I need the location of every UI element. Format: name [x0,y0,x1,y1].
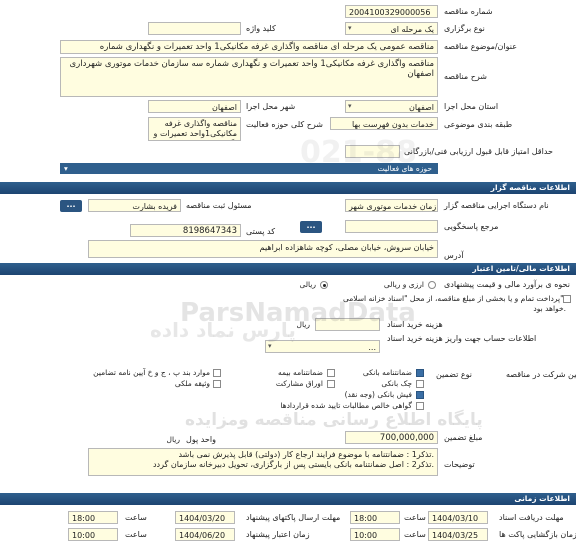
open-date: 1404/03/25 [428,528,488,541]
receive-time: 18:00 [350,511,400,524]
receive-time-label: ساعت [404,513,426,522]
amount-unit-label: واحد پول [186,435,216,444]
rial-radio[interactable] [320,281,328,289]
financial-header: اطلاعات مالی/تامین اعتبار [0,263,576,275]
organizer-header: اطلاعات مناقصه گزار [0,182,576,194]
timing-header: اطلاعات زمانی [0,493,576,505]
notes-label: توضیحات [444,460,475,469]
g-property-checkbox[interactable] [213,380,221,388]
g-property-label: وثیقه ملکی [174,379,210,388]
submit-time-label: ساعت [125,513,147,522]
reference-label: مرجع پاسخگویی [444,222,499,231]
officer-label: مسئول ثبت مناقصه [186,201,252,210]
g-cash-checkbox[interactable] [416,391,424,399]
g-article-label: موارد بند پ ، ج و خ آیین نامه تضامین [93,368,210,377]
chevron-down-icon: ▾ [348,102,352,110]
receive-date: 1404/03/10 [428,511,488,524]
chevron-down-icon: ▾ [64,164,68,173]
currency-rial-label: ارزی و ریالی [383,280,424,289]
submit-label: مهلت ارسال پاکتهای پیشنهاد [246,513,341,522]
price-method-label: نحوه ی برآورد مالی و قیمت پیشنهادی [444,280,570,289]
treasury-checkbox[interactable] [563,295,571,303]
category-field: خدمات بدون فهرست بها [330,117,438,130]
validity-label: زمان اعتبار پیشنهاد [246,530,310,539]
activity-bar-label: حوزه های فعالیت [377,164,432,173]
postal-label: کد پستی [246,227,275,236]
keyword-label: کلید واژه [246,24,276,33]
scope-label: شرح کلی حوزه فعالیت [246,120,323,129]
category-label: طبقه بندی موضوعی [444,120,513,129]
tender-number-label: شماره مناقصه [444,7,493,16]
scope-field: مناقصه واگذاری غرفه مکانیکی1واحد تعمیرات… [148,117,241,141]
province-select[interactable]: اصفهان [345,100,438,113]
min-score-input[interactable] [345,145,400,158]
title-field: مناقصه عمومی یک مرحله ای مناقصه واگذاری … [60,40,438,54]
chevron-down-icon: ▾ [268,342,272,350]
validity-date: 1404/06/20 [175,528,235,541]
description-label: شرح مناقصه [444,72,488,81]
activity-bar[interactable]: حوزه های فعالیت ▾ [60,163,438,174]
g-article-checkbox[interactable] [213,369,221,377]
doc-price-label: هزینه خرید اسناد [387,320,443,329]
tender-type-label: نوع برگزاری [444,24,485,33]
rial-label: ریالی [299,280,316,289]
province-label: استان محل اجرا [444,102,499,111]
account-select[interactable]: ... [265,340,380,353]
receive-label: مهلت دریافت اسناد [499,513,564,522]
notes-field: تذکر1 : ضمانتنامه با موضوع فرایند ارجاع … [88,448,438,476]
amount-field: 700,000,000 [345,431,438,444]
g-bank-label: ضمانتنامه بانکی [362,368,412,377]
org-field: سازمان خدمات موتوری شهر [345,199,438,212]
min-score-label: حداقل امتیاز قابل قبول ارزیابی فنی/بازرگ… [404,147,553,156]
address-field: خیابان سروش، خیابان مصلی، کوچه شاهزاده ا… [88,240,438,258]
description-field: مناقصه واگذاری غرفه مکانیکی1 واحد تعمیرا… [60,57,438,97]
open-time: 10:00 [350,528,400,541]
city-field: اصفهان [148,100,241,113]
treasury-text: پرداخت تمام و یا بخشی از مبلغ مناقصه، از… [343,294,564,303]
g-salary-checkbox[interactable] [416,402,424,410]
g-bonds-checkbox[interactable] [327,380,335,388]
postal-field: 8198647343 [130,224,241,237]
open-time-label: ساعت [404,530,426,539]
org-label: نام دستگاه اجرایی مناقصه گزار [444,201,549,210]
watermark-logo-fa: پارس نماد داده [150,318,296,342]
account-label: اطلاعات حساب جهت واریز هزینه خرید اسناد [387,334,537,343]
title-label: عنوان/موضوع مناقصه [444,42,517,51]
open-label: زمان بازگشایی پاکت ها [499,530,576,539]
treasury-text-end: خواهد بود. [533,304,566,313]
g-insurance-checkbox[interactable] [327,369,335,377]
submit-time: 18:00 [68,511,118,524]
g-cash-label: فیش بانکی (وجه نقد) [344,390,412,399]
officer-lookup-button[interactable]: ... [60,200,82,212]
g-bonds-label: اوراق مشارکت [275,379,323,388]
amount-label: مبلغ تضمین [444,433,483,442]
reference-field [345,220,438,233]
chevron-down-icon: ▾ [348,24,352,32]
tender-type-select[interactable]: یک مرحله ای [345,22,438,35]
guarantee-label: تضمین شرکت در مناقصه [506,370,576,379]
keyword-input[interactable] [148,22,241,35]
guarantee-type-label: نوع تضمین [436,370,472,379]
currency-rial-radio[interactable] [428,281,436,289]
g-check-checkbox[interactable] [416,380,424,388]
g-salary-label: گواهی خالص مطالبات تایید شده قراردادها [280,401,412,410]
validity-time: 10:00 [68,528,118,541]
submit-date: 1404/03/20 [175,511,235,524]
reference-lookup-button[interactable]: ... [300,221,322,233]
g-bank-checkbox[interactable] [416,369,424,377]
g-check-label: چک بانکی [381,379,412,388]
watermark-slogan: پایگاه اطلاع رسانی مناقصه ومزایده [185,410,483,430]
amount-unit: ریال [166,435,180,444]
tender-number-field: 2004100329000056 [345,5,438,18]
address-label: آدرس [444,251,464,260]
validity-time-label: ساعت [125,530,147,539]
doc-price-unit: ریال [296,320,310,329]
doc-price-field [315,318,380,331]
officer-field: فریده بشارت [88,199,181,212]
g-insurance-label: ضمانتنامه بیمه [277,368,323,377]
city-label: شهر محل اجرا [246,102,296,111]
